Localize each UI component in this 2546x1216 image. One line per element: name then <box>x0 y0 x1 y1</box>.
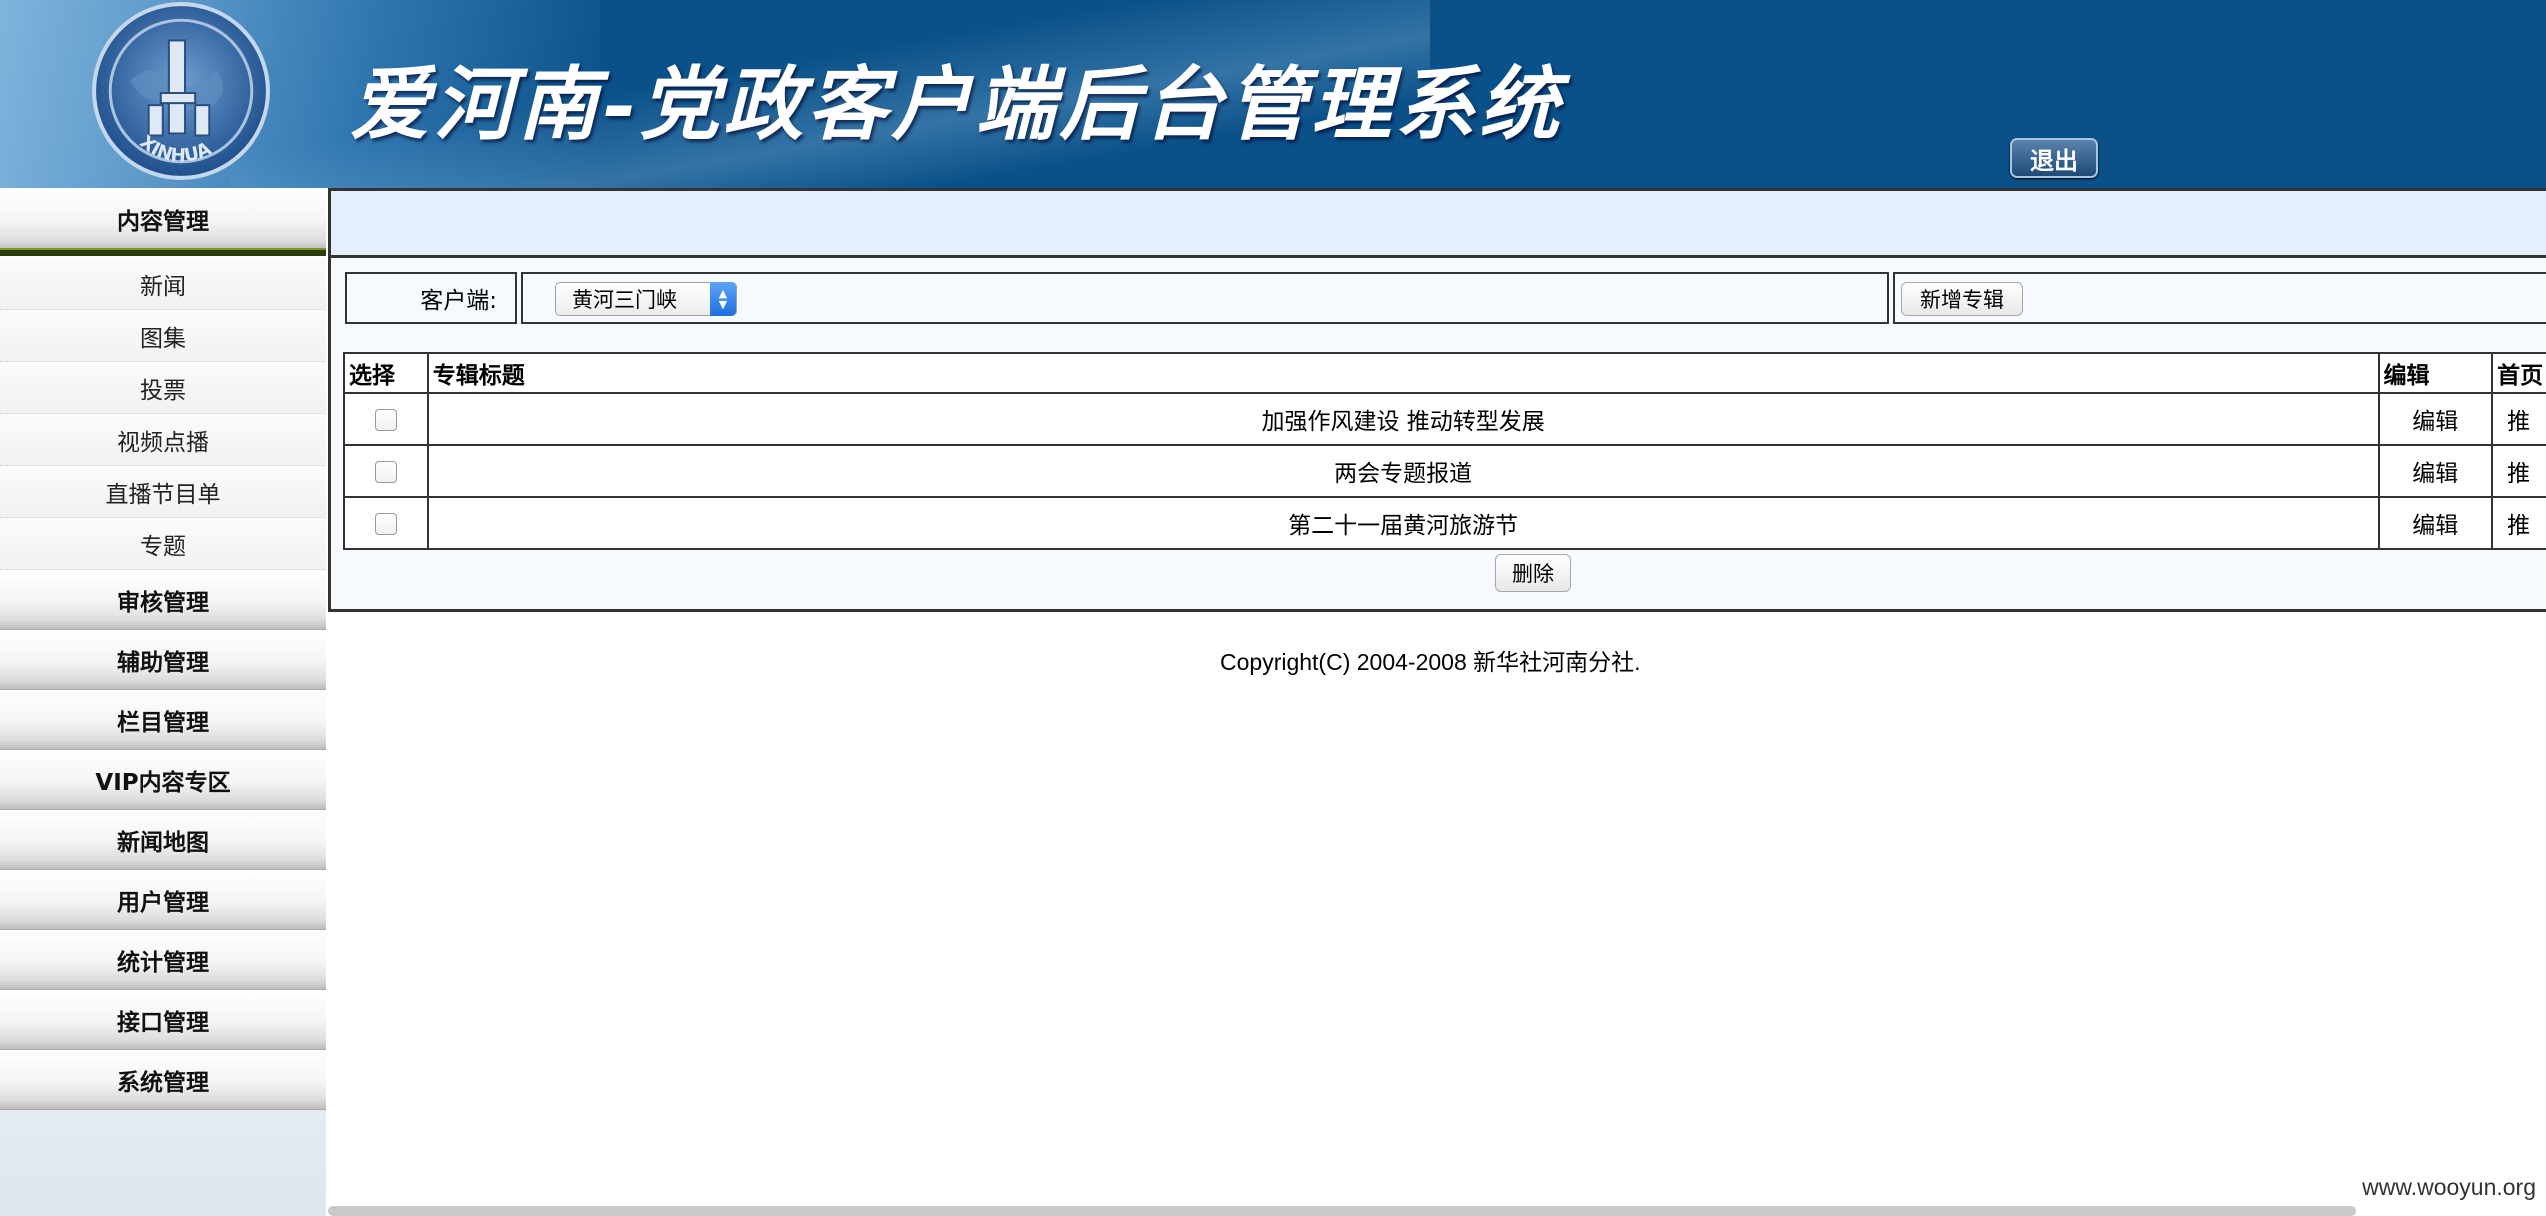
add-album-button[interactable]: 新增专辑 <box>1901 282 2023 316</box>
filter-action-cell: 新增专辑 <box>1893 272 2546 324</box>
table-row: 第二十一届黄河旅游节 编辑 推 <box>343 496 2546 550</box>
submenu-item-topic[interactable]: 专题 <box>0 518 326 570</box>
sidebar-menu-review-management[interactable]: 审核管理 <box>0 570 326 630</box>
copyright-text: Copyright(C) 2004-2008 新华社河南分社. <box>1220 649 1641 675</box>
client-select[interactable]: 黄河三门峡 ▲ ▼ <box>555 282 737 316</box>
horizontal-scrollbar[interactable] <box>328 1206 2356 1216</box>
app-title: 爱河南-党政客户端后台管理系统 <box>350 57 1564 151</box>
submenu-item-gallery[interactable]: 图集 <box>0 310 326 362</box>
sidebar-menu-vip-content[interactable]: VIP内容专区 <box>0 750 326 810</box>
delete-button[interactable]: 删除 <box>1495 554 1571 592</box>
main-content: 客户端: 黄河三门峡 ▲ ▼ 新增专辑 选择 专辑标题 编辑 首页 加强作风建设… <box>328 188 2546 1216</box>
submenu-item-live-schedule[interactable]: 直播节目单 <box>0 466 326 518</box>
header-edit: 编辑 <box>2377 352 2494 394</box>
sidebar-menu-user-management[interactable]: 用户管理 <box>0 870 326 930</box>
header-homepage: 首页 <box>2491 352 2546 394</box>
client-label: 客户端: <box>345 272 517 324</box>
logout-button[interactable]: 退出 <box>2010 138 2098 178</box>
client-select-value: 黄河三门峡 <box>572 288 677 312</box>
submenu-item-vote[interactable]: 投票 <box>0 362 326 414</box>
album-panel: 客户端: 黄河三门峡 ▲ ▼ 新增专辑 选择 专辑标题 编辑 首页 加强作风建设… <box>328 258 2546 612</box>
submenu-item-news[interactable]: 新闻 <box>0 258 326 310</box>
row-checkbox[interactable] <box>374 408 397 431</box>
homepage-push-link[interactable]: 推 <box>2491 444 2546 498</box>
main-top-bar <box>328 188 2546 258</box>
edit-link[interactable]: 编辑 <box>2377 392 2494 446</box>
sidebar-menu-interface-management[interactable]: 接口管理 <box>0 990 326 1050</box>
table-header-row: 选择 专辑标题 编辑 首页 <box>343 352 2546 394</box>
album-title: 第二十一届黄河旅游节 <box>426 496 2380 550</box>
edit-link[interactable]: 编辑 <box>2377 444 2494 498</box>
sidebar: 内容管理 新闻 图集 投票 视频点播 直播节目单 专题 审核管理 辅助管理 栏目… <box>0 188 326 1216</box>
sidebar-menu-column-management[interactable]: 栏目管理 <box>0 690 326 750</box>
homepage-push-link[interactable]: 推 <box>2491 496 2546 550</box>
album-title: 两会专题报道 <box>426 444 2380 498</box>
client-select-cell: 黄河三门峡 ▲ ▼ <box>521 272 1889 324</box>
header-select: 选择 <box>343 352 429 394</box>
sidebar-menu-news-map[interactable]: 新闻地图 <box>0 810 326 870</box>
homepage-push-link[interactable]: 推 <box>2491 392 2546 446</box>
sidebar-menu-statistics-management[interactable]: 统计管理 <box>0 930 326 990</box>
content-submenu: 新闻 图集 投票 视频点播 直播节目单 专题 <box>0 256 326 570</box>
sidebar-menu-content-management[interactable]: 内容管理 <box>0 188 326 256</box>
album-title: 加强作风建设 推动转型发展 <box>426 392 2380 446</box>
select-arrows-icon: ▲ ▼ <box>710 282 736 316</box>
row-checkbox[interactable] <box>374 512 397 535</box>
row-checkbox[interactable] <box>374 460 397 483</box>
table-row: 两会专题报道 编辑 推 <box>343 444 2546 498</box>
header-album-title: 专辑标题 <box>426 352 2380 394</box>
header-banner: XINHUA 爱河南-党政客户端后台管理系统 退出 <box>0 0 2546 188</box>
table-row: 加强作风建设 推动转型发展 编辑 推 <box>343 392 2546 446</box>
xinhua-logo: XINHUA <box>92 2 270 180</box>
sidebar-menu-system-management[interactable]: 系统管理 <box>0 1050 326 1110</box>
watermark: www.wooyun.org <box>2362 1174 2536 1200</box>
filter-row: 客户端: 黄河三门峡 ▲ ▼ 新增专辑 <box>345 272 2546 324</box>
submenu-item-video-on-demand[interactable]: 视频点播 <box>0 414 326 466</box>
album-table: 选择 专辑标题 编辑 首页 加强作风建设 推动转型发展 编辑 推 两会专题报道 … <box>343 352 2546 550</box>
sidebar-menu-auxiliary-management[interactable]: 辅助管理 <box>0 630 326 690</box>
edit-link[interactable]: 编辑 <box>2377 496 2494 550</box>
